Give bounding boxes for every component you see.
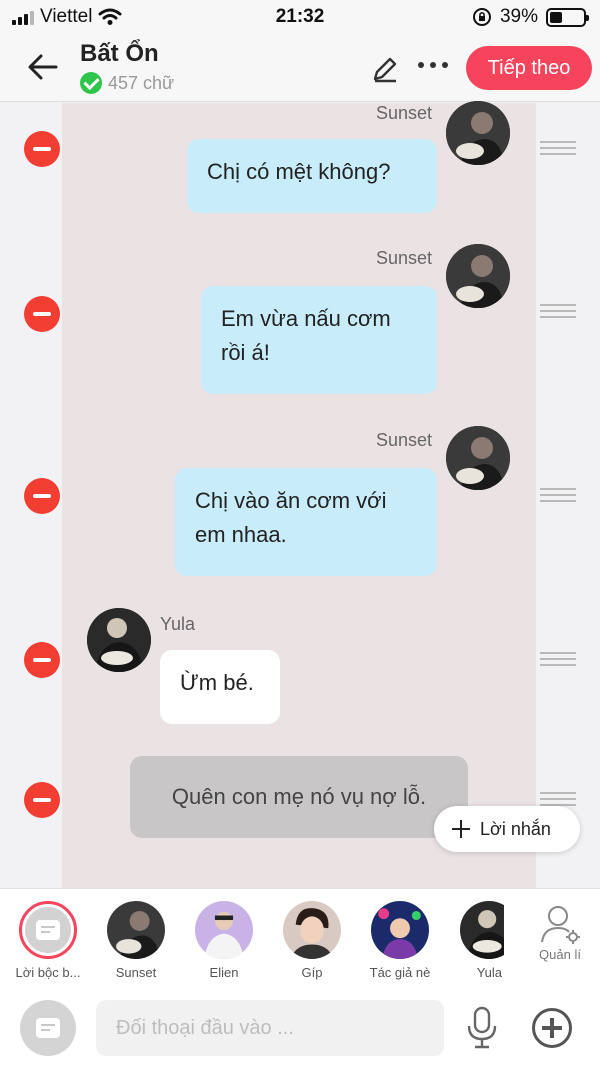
add-message-label: Lời nhắn <box>480 818 551 839</box>
avatar <box>195 901 253 959</box>
character-name: Sunset <box>115 965 157 980</box>
next-button[interactable]: Tiếp theo <box>466 46 592 90</box>
avatar-sunset <box>446 244 510 308</box>
message-bubble[interactable]: Ừm bé. <box>160 650 280 724</box>
message-bubble[interactable]: Chị vào ăn cơm với em nhaa. <box>175 468 437 576</box>
character-gip[interactable]: Gíp <box>272 901 352 980</box>
word-count: 457 chữ <box>80 72 174 94</box>
remove-message-icon[interactable] <box>24 478 60 514</box>
drag-handle-icon[interactable] <box>540 141 576 155</box>
pencil-icon[interactable] <box>370 54 400 84</box>
remove-message-icon[interactable] <box>24 782 60 818</box>
character-elien[interactable]: Elien <box>184 901 264 980</box>
user-settings-icon <box>541 906 580 944</box>
avatar <box>107 901 165 959</box>
character-strip: Lời bộc b... Sunset Elien Gíp Tác giả nè… <box>0 888 600 988</box>
story-header: Bất Ổn 457 chữ Tiếp theo <box>0 34 600 102</box>
drag-handle-icon[interactable] <box>540 792 576 806</box>
status-bar: Viettel 21:32 39% <box>0 0 600 34</box>
add-message-button[interactable]: Lời nhắn <box>434 806 580 852</box>
character-yula[interactable]: Yula <box>448 901 504 980</box>
avatar-yula <box>87 608 151 672</box>
speaker-name: Yula <box>160 614 196 634</box>
add-icon[interactable] <box>532 1008 572 1048</box>
character-name: Lời bộc b... <box>15 965 81 980</box>
message-row: Sunset Chị vào ăn cơm với em nhaa. <box>0 426 600 580</box>
character-name: Yula <box>476 965 502 980</box>
manage-characters-button[interactable]: Quản lí <box>530 904 590 962</box>
battery-percent: 39% <box>499 6 538 27</box>
battery-info: 39% <box>472 6 589 28</box>
message-bubble[interactable]: Chị có mệt không? <box>187 139 437 213</box>
battery-icon <box>546 7 589 27</box>
character-tac-gia[interactable]: Tác giả nè <box>360 901 440 980</box>
plus-icon <box>452 820 470 838</box>
avatar <box>371 901 429 959</box>
avatar <box>283 901 341 959</box>
orientation-lock-icon <box>472 8 491 26</box>
remove-message-icon[interactable] <box>24 131 60 167</box>
speaker-name: Sunset <box>376 103 433 123</box>
narration-bubble[interactable]: Quên con mẹ nó vụ nợ lỗ. <box>130 756 468 838</box>
remove-message-icon[interactable] <box>24 296 60 332</box>
check-icon <box>80 72 102 94</box>
avatar-sunset <box>446 426 510 490</box>
avatar <box>460 901 504 959</box>
character-name: Gíp <box>301 965 323 980</box>
input-bar <box>0 988 600 1067</box>
drag-handle-icon[interactable] <box>540 488 576 502</box>
manage-label: Quản lí <box>539 947 581 962</box>
message-row: Yula Ừm bé. <box>0 606 600 726</box>
avatar-sunset <box>446 101 510 165</box>
character-sunset[interactable]: Sunset <box>96 901 176 980</box>
back-arrow-icon[interactable] <box>26 50 60 84</box>
story-title: Bất Ổn <box>80 40 159 67</box>
dialogue-input[interactable] <box>96 1000 444 1056</box>
more-options-icon[interactable] <box>418 62 448 68</box>
word-count-text: 457 chữ <box>108 72 175 93</box>
character-narrator[interactable]: Lời bộc b... <box>8 901 88 980</box>
narration-toggle-button[interactable] <box>20 1000 76 1056</box>
message-bubble[interactable]: Em vừa nấu cơm rồi á! <box>201 286 437 394</box>
message-icon <box>36 920 60 940</box>
drag-handle-icon[interactable] <box>540 652 576 666</box>
remove-message-icon[interactable] <box>24 642 60 678</box>
message-icon <box>36 1018 60 1038</box>
message-row: Sunset Chị có mệt không? <box>0 101 600 223</box>
drag-handle-icon[interactable] <box>540 304 576 318</box>
message-row: Sunset Em vừa nấu cơm rồi á! <box>0 244 600 398</box>
speaker-name: Sunset <box>376 430 433 450</box>
character-name: Tác giả nè <box>369 965 431 980</box>
speaker-name: Sunset <box>376 248 433 268</box>
character-name: Elien <box>209 965 239 980</box>
microphone-icon[interactable] <box>462 1006 502 1050</box>
narrator-avatar <box>19 901 77 959</box>
